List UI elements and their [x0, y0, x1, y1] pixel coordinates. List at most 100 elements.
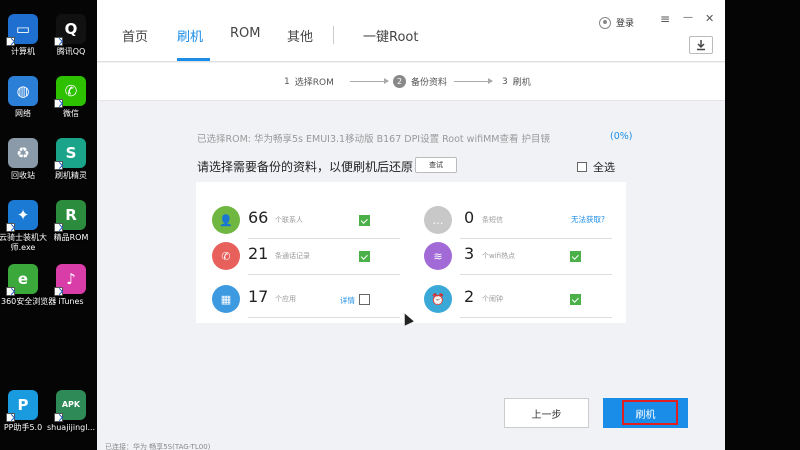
- shortcut-arrow-icon: [6, 37, 15, 46]
- query-button[interactable]: 查试: [415, 157, 457, 173]
- flash-button[interactable]: 刷机: [603, 398, 688, 428]
- backup-item-label: 个闹钟: [482, 295, 503, 303]
- desktop-icon[interactable]: ♪ iTunes: [49, 264, 93, 307]
- desktop-icon[interactable]: ◍ 网络: [1, 76, 45, 119]
- shortcut-arrow-icon: [54, 99, 63, 108]
- tab-home[interactable]: 首页: [122, 26, 148, 45]
- backup-item-checkbox[interactable]: [570, 294, 581, 305]
- desktop-icon-label: 刷机精灵: [55, 171, 87, 180]
- tab-one-click-root[interactable]: 一键Root: [363, 26, 418, 45]
- sms-icon: …: [424, 206, 452, 234]
- login-label: 登录: [616, 19, 635, 29]
- backup-item-count: 2: [464, 287, 475, 306]
- wifi-icon: ≋: [424, 242, 452, 270]
- backup-item-count: 17: [248, 287, 269, 306]
- backup-item: ✆ 21 条通话记录: [212, 238, 400, 276]
- backup-item-checkbox[interactable]: [359, 294, 370, 305]
- desktop-icon[interactable]: ▭ 计算机: [1, 14, 45, 57]
- backup-item-label: 个联系人: [275, 216, 303, 224]
- desktop-icon-label: iTunes: [58, 297, 84, 306]
- item-divider: [460, 317, 612, 318]
- shortcut-arrow-icon: [54, 161, 63, 170]
- wechat-icon: ✆: [54, 76, 86, 108]
- yunqishi-icon: ✦: [6, 200, 38, 232]
- apps-icon: ▦: [212, 285, 240, 313]
- backup-item-checkbox[interactable]: [570, 251, 581, 262]
- shortcut-arrow-icon: [6, 287, 15, 296]
- desktop-icon-label: 微信: [63, 109, 79, 118]
- step-1-number: 1: [284, 76, 290, 87]
- download-icon: [697, 40, 705, 51]
- tab-other[interactable]: 其他: [287, 26, 313, 45]
- cannot-get-link[interactable]: 无法获取?: [571, 214, 605, 225]
- desktop-icon[interactable]: ✆ 微信: [49, 76, 93, 119]
- select-all-box[interactable]: [577, 162, 587, 172]
- desktop-icon-label: 回收站: [11, 171, 35, 180]
- backup-item-label: 条短信: [482, 216, 503, 224]
- desktop-icon-label: PP助手5.0: [3, 423, 43, 432]
- alarm-icon: ⏰: [424, 285, 452, 313]
- connection-status: 已连接：华为 畅享5S(TAG-TL00): [105, 443, 211, 450]
- backup-item-label: 个应用: [275, 295, 296, 303]
- nav-separator: [333, 26, 334, 44]
- selected-rom-text: 已选择ROM: 华为畅享5s EMUI3.1移动版 B167 DPI设置 Roo…: [197, 134, 550, 145]
- step-3-number: 3: [502, 76, 508, 87]
- app-header: 首页 刷机 ROM 其他 一键Root 登录 ≡ — ✕: [97, 0, 725, 62]
- login-button[interactable]: 登录: [599, 16, 634, 29]
- desktop-screen: ▭ 计算机 Q 腾讯QQ ◍ 网络 ✆ 微信 ♻ 回收站 S 刷机精灵 ✦ 云骑士装机大师.exe R 精品R…: [0, 0, 800, 450]
- step-arrow-2: [454, 78, 493, 84]
- 360-browser-icon: e: [6, 264, 38, 296]
- shuaji-app-window: 首页 刷机 ROM 其他 一键Root 登录 ≡ — ✕ 1 选择ROM 2 备…: [97, 0, 725, 450]
- backup-item-count: 0: [464, 208, 475, 227]
- minimize-icon[interactable]: —: [683, 12, 693, 23]
- step-2-label: 备份资料: [411, 78, 448, 88]
- pp-assistant-icon: P: [6, 390, 38, 422]
- active-tab-underline: [177, 58, 210, 61]
- apk-icon: APK: [54, 390, 86, 422]
- download-button[interactable]: [689, 36, 713, 54]
- desktop-icon-label: 云骑士装机大师.exe: [0, 233, 47, 252]
- tab-flash[interactable]: 刷机: [177, 26, 203, 45]
- select-all-checkbox[interactable]: 全选: [577, 159, 615, 175]
- desktop-icon[interactable]: Q 腾讯QQ: [49, 14, 93, 57]
- rom-progress-percent: (0%): [610, 131, 633, 142]
- desktop-icon[interactable]: e 360安全浏览器: [1, 264, 56, 307]
- desktop-icon[interactable]: ✦ 云骑士装机大师.exe: [0, 200, 47, 253]
- desktop-icon-label: 网络: [15, 109, 31, 118]
- step-2: 2 备份资料: [393, 75, 447, 88]
- network-icon: ◍: [8, 76, 38, 106]
- shortcut-arrow-icon: [54, 413, 63, 422]
- details-link[interactable]: 详情: [340, 295, 355, 306]
- desktop-icon[interactable]: S 刷机精灵: [49, 138, 93, 181]
- previous-step-button[interactable]: 上一步: [504, 398, 589, 428]
- backup-item-checkbox[interactable]: [359, 251, 370, 262]
- backup-item-checkbox[interactable]: [359, 215, 370, 226]
- backup-item: ▦ 17 个应用 详情: [212, 281, 400, 319]
- close-icon[interactable]: ✕: [705, 12, 714, 25]
- shortcut-arrow-icon: [54, 223, 63, 232]
- step-1-label: 选择ROM: [294, 78, 334, 88]
- backup-item: ≋ 3 个wifi热点: [424, 238, 612, 276]
- menu-icon[interactable]: ≡: [660, 12, 670, 26]
- shortcut-arrow-icon: [54, 287, 63, 296]
- step-arrow-1: [350, 78, 389, 84]
- backup-prompt: 请选择需要备份的资料，以便刷机后还原: [197, 160, 414, 174]
- qq-icon: Q: [54, 14, 86, 46]
- itunes-icon: ♪: [54, 264, 86, 296]
- item-divider: [248, 317, 400, 318]
- shortcut-arrow-icon: [6, 223, 15, 232]
- contacts-icon: 👤: [212, 206, 240, 234]
- tab-rom[interactable]: ROM: [230, 26, 260, 41]
- desktop-icon-label: 计算机: [11, 47, 35, 56]
- rom-icon: R: [54, 200, 86, 232]
- desktop-icon-label: 腾讯QQ: [56, 47, 86, 56]
- step-2-number: 2: [393, 75, 406, 88]
- desktop-icon[interactable]: R 精品ROM: [49, 200, 93, 243]
- desktop-icon[interactable]: APK shuajijingl...: [47, 390, 95, 433]
- desktop-icon[interactable]: ♻ 回收站: [1, 138, 45, 181]
- phone-icon: ✆: [212, 242, 240, 270]
- recycle-bin-icon: ♻: [8, 138, 38, 168]
- backup-item: … 0 条短信 无法获取?: [424, 202, 612, 240]
- shortcut-arrow-icon: [54, 37, 63, 46]
- desktop-icon[interactable]: P PP助手5.0: [1, 390, 45, 433]
